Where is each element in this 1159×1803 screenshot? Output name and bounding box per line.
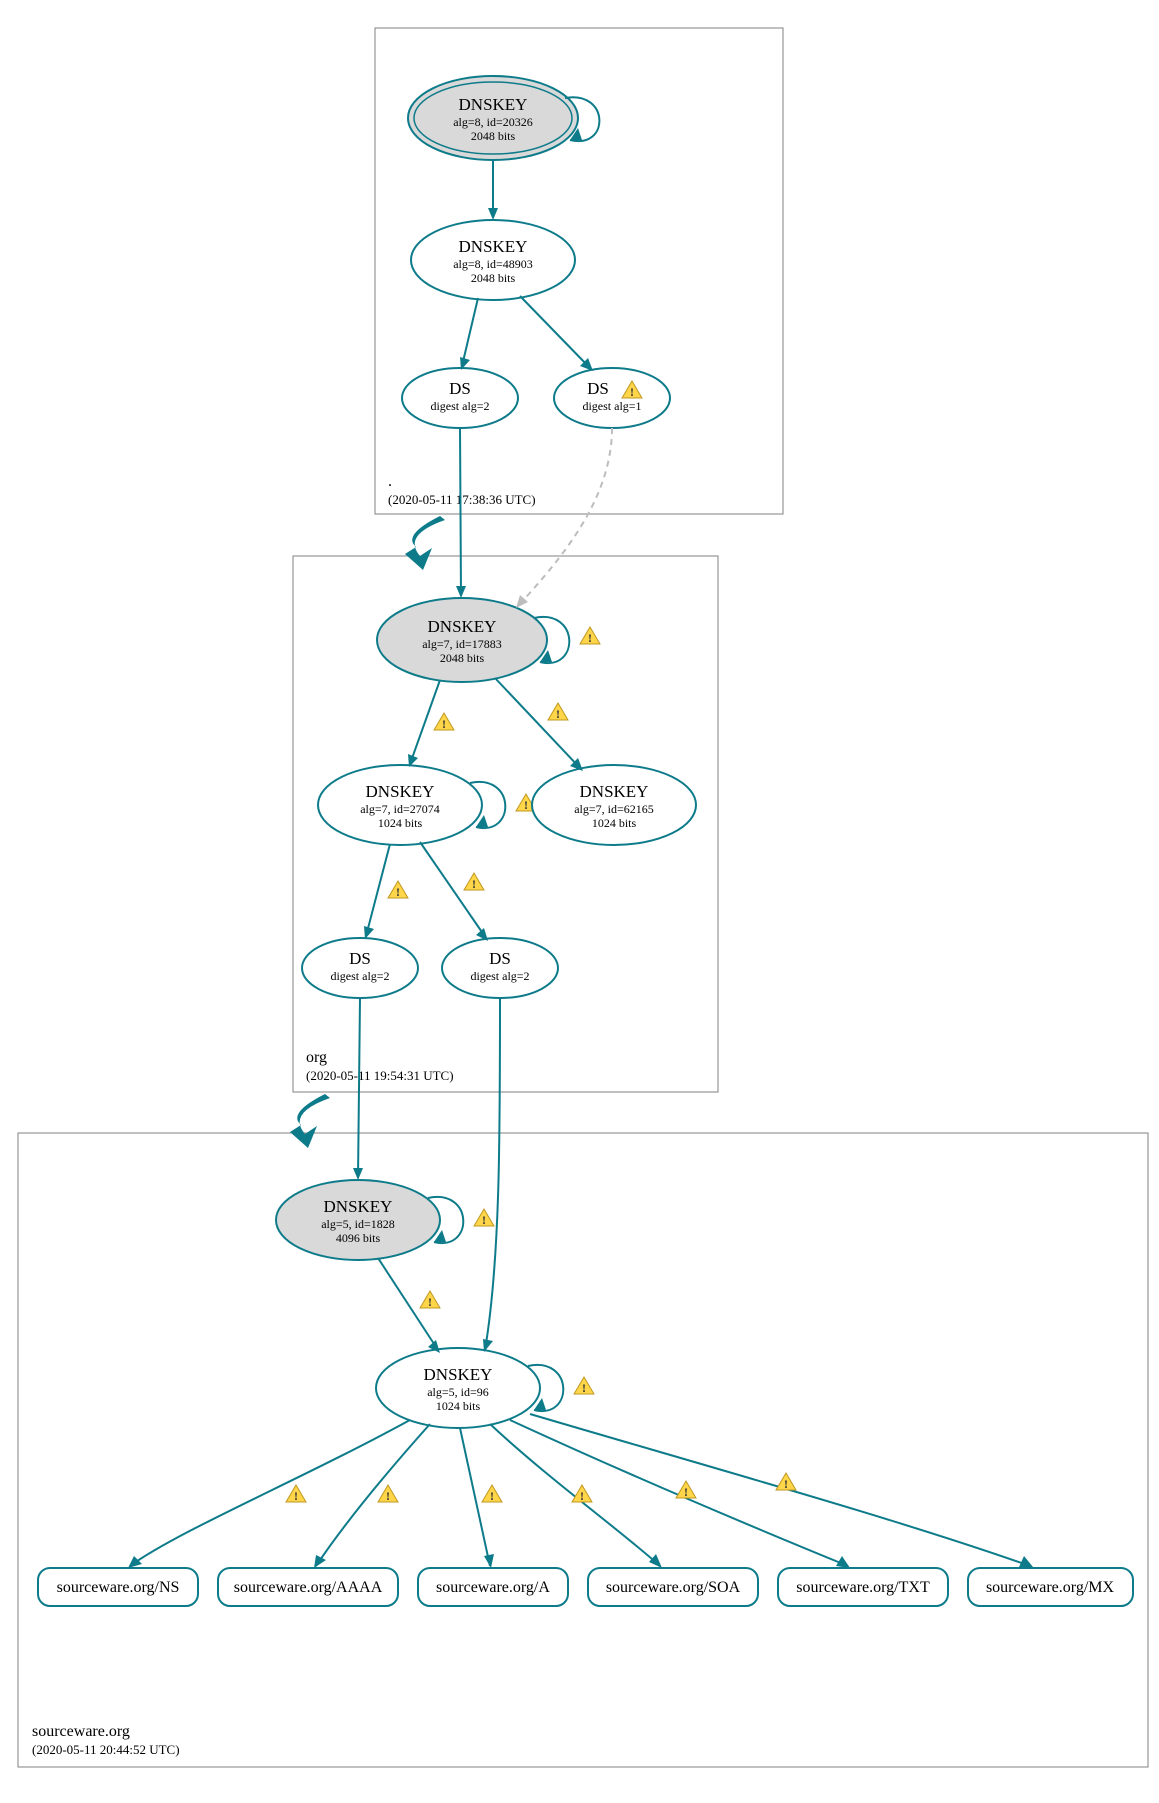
warning-icon [572, 1485, 592, 1503]
warning-icon [420, 1291, 440, 1309]
svg-text:alg=8, id=20326: alg=8, id=20326 [453, 115, 533, 129]
svg-text:digest alg=2: digest alg=2 [470, 969, 529, 983]
zone-arrow-org-sw [290, 1094, 330, 1148]
edge-root-ds2-org-ksk [460, 428, 461, 596]
svg-text:2048 bits: 2048 bits [440, 651, 485, 665]
svg-text:DS: DS [449, 379, 471, 398]
node-root-zsk[interactable]: DNSKEY alg=8, id=48903 2048 bits [411, 220, 575, 300]
dnssec-graph: ! . (2020-05-11 17:38:36 UTC) org (2020-… [0, 0, 1159, 1803]
node-root-ds1[interactable]: DS digest alg=1 [554, 368, 670, 428]
node-root-ds2[interactable]: DS digest alg=2 [402, 368, 518, 428]
svg-text:sourceware.org/AAAA: sourceware.org/AAAA [234, 1579, 383, 1596]
svg-text:2048 bits: 2048 bits [471, 271, 516, 285]
zone-org-label: org [306, 1049, 327, 1066]
edge-root-zsk-ds2 [462, 298, 478, 366]
svg-text:DNSKEY: DNSKEY [424, 1365, 493, 1384]
svg-text:alg=5, id=96: alg=5, id=96 [427, 1385, 489, 1399]
node-org-zsk2[interactable]: DNSKEY alg=7, id=62165 1024 bits [532, 765, 696, 845]
edge-org-zsk1-dsa [366, 844, 390, 936]
node-org-zsk1[interactable]: DNSKEY alg=7, id=27074 1024 bits [318, 765, 482, 845]
warning-icon [388, 881, 408, 899]
svg-text:sourceware.org/NS: sourceware.org/NS [57, 1579, 180, 1596]
warning-icon [776, 1473, 796, 1491]
warning-icon [286, 1485, 306, 1503]
svg-text:sourceware.org/MX: sourceware.org/MX [986, 1579, 1115, 1596]
svg-text:1024 bits: 1024 bits [592, 816, 637, 830]
edge-org-dsb-sw-zsk [485, 998, 500, 1350]
svg-text:DNSKEY: DNSKEY [459, 95, 528, 114]
svg-text:DNSKEY: DNSKEY [428, 617, 497, 636]
zone-sw-label: sourceware.org [32, 1723, 130, 1740]
record-aaaa[interactable]: sourceware.org/AAAA [218, 1568, 398, 1606]
svg-text:digest alg=1: digest alg=1 [582, 399, 641, 413]
svg-text:sourceware.org/A: sourceware.org/A [436, 1579, 550, 1596]
zone-sw-time: (2020-05-11 20:44:52 UTC) [32, 1742, 180, 1757]
zone-root-label: . [388, 473, 392, 490]
edge-org-dsa-sw-ksk [358, 998, 360, 1178]
edge-sw-zsk-aaaa [316, 1424, 430, 1566]
warning-icon [580, 627, 600, 645]
node-sw-ksk[interactable]: DNSKEY alg=5, id=1828 4096 bits [276, 1180, 440, 1260]
record-a[interactable]: sourceware.org/A [418, 1568, 568, 1606]
record-ns[interactable]: sourceware.org/NS [38, 1568, 198, 1606]
edge-root-zsk-ds1 [520, 296, 590, 368]
svg-text:DS: DS [587, 379, 609, 398]
edge-org-ksk-zsk2 [495, 678, 580, 768]
svg-text:DNSKEY: DNSKEY [580, 782, 649, 801]
node-root-ksk[interactable]: DNSKEY alg=8, id=20326 2048 bits [408, 76, 578, 160]
svg-text:sourceware.org/SOA: sourceware.org/SOA [606, 1579, 741, 1596]
warning-icon [474, 1209, 494, 1227]
warning-icon [548, 703, 568, 721]
svg-text:sourceware.org/TXT: sourceware.org/TXT [796, 1579, 930, 1596]
zone-sourceware-box [18, 1133, 1148, 1767]
svg-text:4096 bits: 4096 bits [336, 1231, 381, 1245]
svg-text:alg=8, id=48903: alg=8, id=48903 [453, 257, 533, 271]
svg-text:alg=5, id=1828: alg=5, id=1828 [321, 1217, 395, 1231]
svg-text:DNSKEY: DNSKEY [459, 237, 528, 256]
node-org-ds-b[interactable]: DS digest alg=2 [442, 938, 558, 998]
svg-text:digest alg=2: digest alg=2 [430, 399, 489, 413]
svg-text:1024 bits: 1024 bits [378, 816, 423, 830]
svg-text:DS: DS [349, 949, 371, 968]
zone-org-time: (2020-05-11 19:54:31 UTC) [306, 1068, 454, 1083]
svg-text:2048 bits: 2048 bits [471, 129, 516, 143]
svg-text:alg=7, id=17883: alg=7, id=17883 [422, 637, 502, 651]
svg-text:digest alg=2: digest alg=2 [330, 969, 389, 983]
svg-text:DNSKEY: DNSKEY [324, 1197, 393, 1216]
warning-icon [676, 1481, 696, 1499]
zone-root-time: (2020-05-11 17:38:36 UTC) [388, 492, 536, 507]
warning-icon [434, 713, 454, 731]
edge-org-ksk-zsk1 [410, 680, 440, 764]
edge-sw-zsk-ns [130, 1420, 410, 1566]
svg-text:alg=7, id=62165: alg=7, id=62165 [574, 802, 654, 816]
record-soa[interactable]: sourceware.org/SOA [588, 1568, 758, 1606]
warning-icon [378, 1485, 398, 1503]
record-txt[interactable]: sourceware.org/TXT [778, 1568, 948, 1606]
zone-arrow-root-org [405, 516, 445, 570]
svg-text:DS: DS [489, 949, 511, 968]
node-org-ksk[interactable]: DNSKEY alg=7, id=17883 2048 bits [377, 598, 547, 682]
edge-root-ds1-org-ksk [518, 428, 612, 606]
warning-icon [482, 1485, 502, 1503]
svg-text:1024 bits: 1024 bits [436, 1399, 481, 1413]
svg-text:alg=7, id=27074: alg=7, id=27074 [360, 802, 440, 816]
warning-icon [464, 873, 484, 891]
warning-icon [574, 1377, 594, 1395]
node-sw-zsk[interactable]: DNSKEY alg=5, id=96 1024 bits [376, 1348, 540, 1428]
svg-text:DNSKEY: DNSKEY [366, 782, 435, 801]
node-org-ds-a[interactable]: DS digest alg=2 [302, 938, 418, 998]
record-mx[interactable]: sourceware.org/MX [968, 1568, 1133, 1606]
